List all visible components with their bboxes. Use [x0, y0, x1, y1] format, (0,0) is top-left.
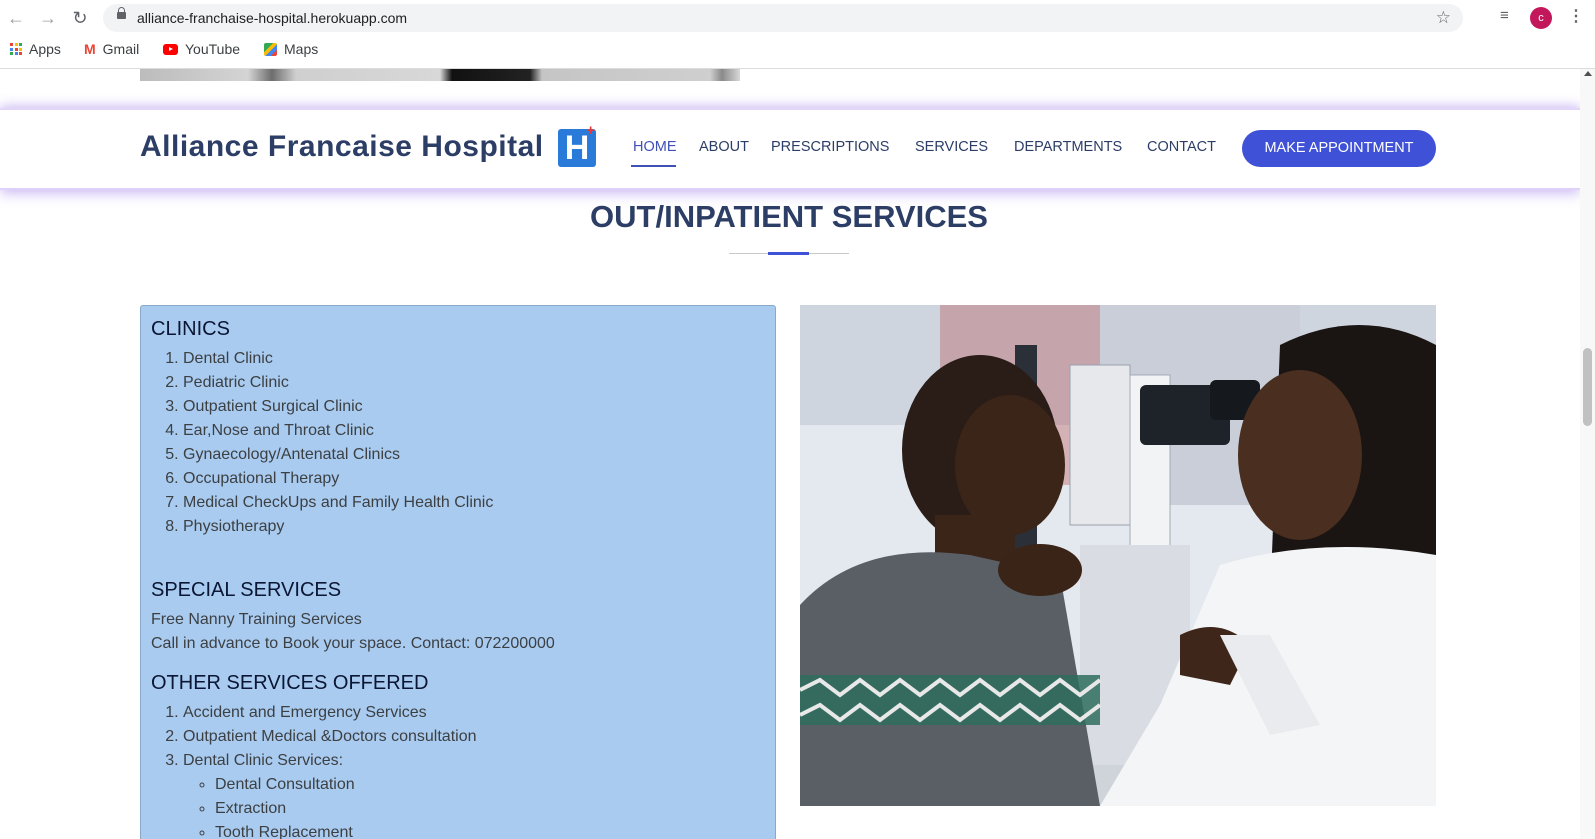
eye-exam-illustration [800, 305, 1436, 806]
list-item: Medical CheckUps and Family Health Clini… [183, 491, 765, 515]
nav-active-underline [631, 165, 676, 167]
bookmarks-bar: Apps M Gmail YouTube Maps [0, 38, 1595, 64]
reading-list-icon[interactable]: ≡ [1500, 7, 1509, 24]
scrollbar-thumb[interactable] [1583, 348, 1592, 426]
list-item: Physiotherapy [183, 515, 765, 539]
list-item: Outpatient Medical &Doctors consultation [183, 725, 765, 749]
other-services-heading: OTHER SERVICES OFFERED [151, 672, 429, 694]
list-item: Dental Clinic Services: Dental Consultat… [183, 749, 765, 839]
page-scrollbar[interactable] [1580, 69, 1595, 839]
eye-exam-photo [800, 305, 1436, 806]
nav-services[interactable]: SERVICES [915, 139, 988, 155]
url-text[interactable]: alliance-franchaise-hospital.herokuapp.c… [137, 10, 407, 26]
avatar[interactable]: c [1530, 7, 1552, 29]
list-item: Occupational Therapy [183, 467, 765, 491]
list-item: Dental Clinic [183, 347, 765, 371]
logo-plus: + [586, 122, 595, 139]
special-services-heading: SPECIAL SERVICES [151, 579, 342, 601]
clinics-list: Dental Clinic Pediatric Clinic Outpatien… [151, 347, 765, 539]
services-panel: CLINICS Dental Clinic Pediatric Clinic O… [140, 305, 776, 839]
nav-prescriptions[interactable]: PRESCRIPTIONS [771, 139, 889, 155]
address-bar[interactable]: alliance-franchaise-hospital.herokuapp.c… [103, 4, 1463, 32]
sublist-item: Tooth Replacement [215, 821, 765, 839]
youtube-icon [163, 43, 178, 55]
site-header: Alliance Francaise Hospital H + HOME ABO… [0, 110, 1580, 188]
menu-dots-icon[interactable]: ⋮ [1568, 6, 1584, 26]
hero-image-bottom [140, 69, 740, 81]
reload-icon[interactable]: ↻ [68, 6, 92, 30]
bookmark-label: Apps [29, 41, 61, 57]
nav-home[interactable]: HOME [633, 139, 677, 155]
special-service-line: Call in advance to Book your space. Cont… [151, 635, 555, 652]
list-item-label: Dental Clinic Services: [183, 752, 344, 769]
forward-icon[interactable]: → [36, 6, 60, 30]
back-icon[interactable]: ← [4, 6, 28, 30]
sublist-item: Extraction [215, 797, 765, 821]
hospital-logo-icon[interactable]: H + [558, 123, 596, 167]
nav-about[interactable]: ABOUT [699, 139, 749, 155]
apps-grid-icon [10, 43, 22, 55]
scroll-up-icon[interactable] [1584, 71, 1592, 76]
list-item: Outpatient Surgical Clinic [183, 395, 765, 419]
browser-toolbar: ← → ↻ alliance-franchaise-hospital.herok… [0, 0, 1595, 69]
list-item: Gynaecology/Antenatal Clinics [183, 443, 765, 467]
brand-name[interactable]: Alliance Francaise Hospital [140, 130, 544, 164]
gmail-icon: M [84, 41, 96, 57]
lock-icon [117, 7, 126, 19]
special-service-line: Free Nanny Training Services [151, 611, 362, 628]
section-title: OUT/INPATIENT SERVICES [590, 199, 988, 234]
list-item: Accident and Emergency Services [183, 701, 765, 725]
bookmark-label: Maps [284, 41, 319, 57]
list-item: Ear,Nose and Throat Clinic [183, 419, 765, 443]
bookmark-youtube[interactable]: YouTube [163, 41, 240, 57]
nav-departments[interactable]: DEPARTMENTS [1014, 139, 1122, 155]
other-services-list: Accident and Emergency Services Outpatie… [151, 701, 765, 839]
bookmark-apps[interactable]: Apps [10, 41, 61, 57]
bookmark-gmail[interactable]: M Gmail [84, 41, 139, 57]
sublist-item: Dental Consultation [215, 773, 765, 797]
maps-icon [264, 42, 277, 56]
bookmark-label: YouTube [185, 41, 241, 57]
clinics-heading: CLINICS [151, 318, 230, 340]
nav-contact[interactable]: CONTACT [1147, 139, 1216, 155]
dental-sublist: Dental Consultation Extraction Tooth Rep… [183, 773, 765, 839]
list-item: Pediatric Clinic [183, 371, 765, 395]
bookmark-star-icon[interactable]: ☆ [1436, 8, 1451, 28]
make-appointment-button[interactable]: MAKE APPOINTMENT [1242, 130, 1436, 167]
bookmark-label: Gmail [102, 41, 140, 57]
title-divider-accent [768, 252, 809, 255]
bookmark-maps[interactable]: Maps [264, 41, 318, 57]
page-viewport: Alliance Francaise Hospital H + HOME ABO… [0, 69, 1580, 839]
